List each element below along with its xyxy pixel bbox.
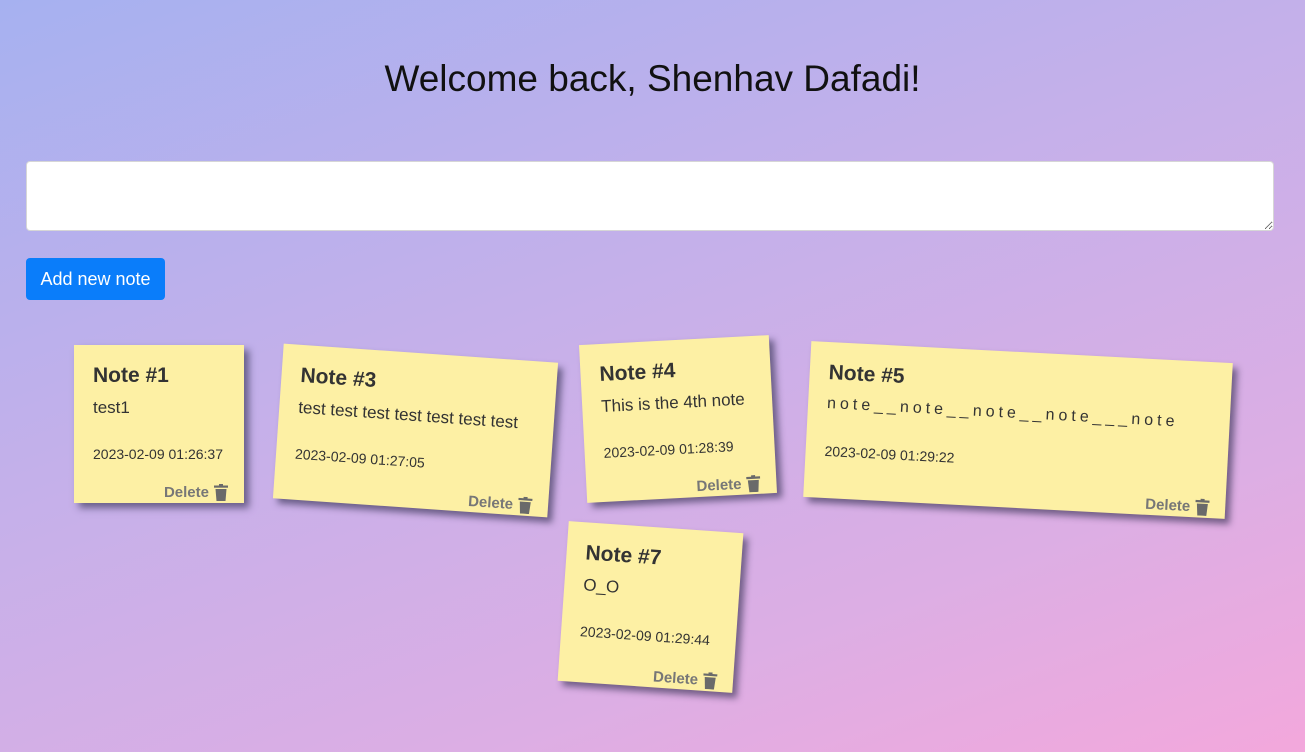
delete-label: Delete: [696, 475, 742, 496]
note-title: Note #5: [828, 361, 906, 388]
trash-icon: [518, 496, 533, 515]
delete-button[interactable]: Delete: [467, 492, 533, 515]
note-title: Note #4: [598, 359, 676, 387]
note-title: Note #7: [584, 541, 663, 570]
note-date: 2023-02-09 01:27:05: [294, 445, 426, 471]
note-title: Note #1: [93, 364, 169, 387]
delete-button[interactable]: Delete: [1145, 496, 1210, 516]
add-note-button[interactable]: Add new note: [26, 258, 165, 300]
note-title: Note #3: [299, 363, 378, 393]
note-body: test1: [93, 398, 130, 417]
trash-icon: [703, 672, 718, 690]
delete-button[interactable]: Delete: [164, 484, 228, 501]
trash-icon: [214, 484, 228, 501]
delete-label: Delete: [652, 668, 699, 689]
note-body: test test test test test test test: [297, 397, 519, 433]
note-card: Note #5 note__note__note__note___note 20…: [803, 341, 1233, 519]
delete-label: Delete: [163, 484, 209, 501]
delete-button[interactable]: Delete: [652, 668, 718, 690]
note-input[interactable]: [26, 161, 1274, 231]
note-date: 2023-02-09 01:29:44: [579, 623, 711, 649]
note-date: 2023-02-09 01:26:37: [93, 446, 223, 462]
note-body: O_O: [582, 575, 620, 597]
trash-icon: [1195, 498, 1210, 516]
delete-button[interactable]: Delete: [696, 475, 761, 495]
delete-label: Delete: [467, 492, 514, 513]
note-card: Note #3 test test test test test test te…: [272, 343, 559, 518]
note-date: 2023-02-09 01:28:39: [603, 438, 734, 461]
note-card: Note #1 test1 2023-02-09 01:26:37 Delete: [74, 345, 244, 503]
note-card: Note #4 This is the 4th note 2023-02-09 …: [578, 335, 778, 503]
page-title: Welcome back, Shenhav Dafadi!: [384, 58, 921, 99]
note-card: Note #7 O_O 2023-02-09 01:29:44 Delete: [557, 521, 744, 693]
trash-icon: [746, 475, 761, 493]
delete-label: Delete: [1144, 495, 1191, 516]
note-body: This is the 4th note: [600, 389, 746, 416]
note-date: 2023-02-09 01:29:22: [824, 442, 955, 466]
note-body: note__note__note__note___note: [826, 394, 1179, 431]
